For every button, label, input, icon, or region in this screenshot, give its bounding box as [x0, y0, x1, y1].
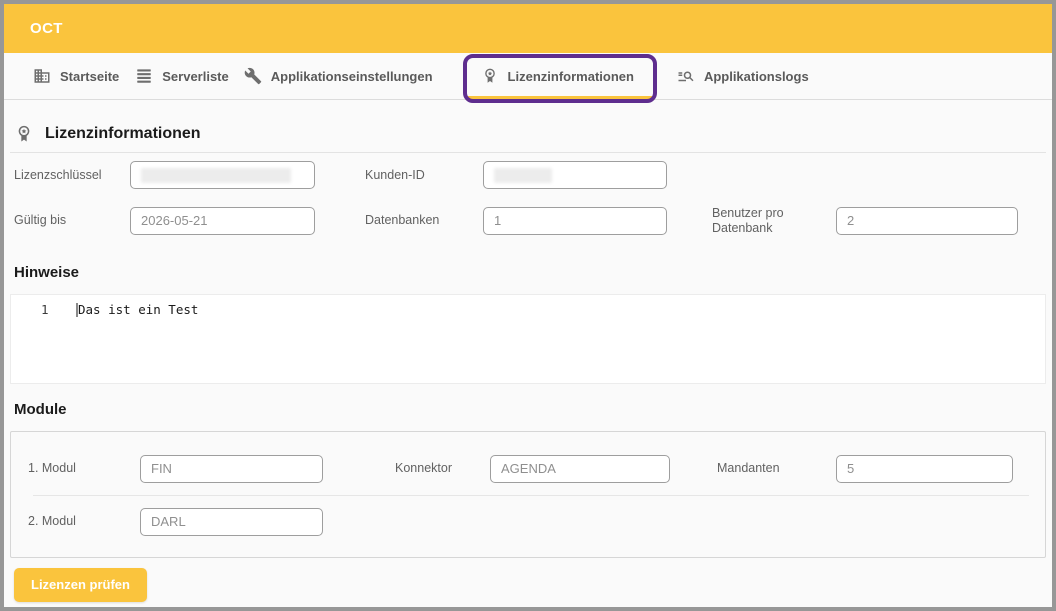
module-row-divider [33, 495, 1029, 496]
line-number: 1 [25, 302, 61, 318]
page-title: Lizenzinformationen [45, 125, 201, 143]
tab-label: Startseite [60, 69, 119, 84]
connector-label: Konnektor [395, 461, 490, 476]
users-per-database-label: Benutzer pro Datenbank [712, 206, 836, 236]
module2-label: 2. Modul [28, 514, 140, 529]
tab-label: Lizenzinformationen [508, 69, 634, 84]
award-badge-icon [481, 67, 499, 85]
tab-lizenzinformationen[interactable]: Lizenzinformationen [481, 53, 634, 99]
module1-label: 1. Modul [28, 461, 140, 476]
check-licenses-button[interactable]: Lizenzen prüfen [14, 568, 147, 602]
license-section-header: Lizenzinformationen [10, 121, 1046, 147]
databases-field[interactable] [483, 207, 667, 235]
redacted-value [141, 168, 291, 183]
editor-line: 1 Das ist ein Test [25, 302, 1045, 318]
notes-section-title: Hinweise [10, 264, 1046, 281]
tab-startseite[interactable]: Startseite [33, 53, 119, 99]
award-badge-icon [14, 124, 34, 144]
valid-until-label: Gültig bis [14, 213, 130, 228]
wrench-icon [244, 67, 262, 85]
module1-field[interactable] [140, 455, 323, 483]
valid-until-field[interactable] [130, 207, 315, 235]
main-nav: Startseite Serverliste Applikationseinst… [4, 53, 1052, 100]
license-key-label: Lizenzschlüssel [14, 168, 130, 183]
text-cursor [76, 303, 78, 317]
line-text: Das ist ein Test [61, 302, 198, 318]
modules-section-title: Module [10, 401, 1046, 418]
module-row-2: 2. Modul [28, 508, 1029, 536]
tab-label: Applikationseinstellungen [271, 69, 433, 84]
tab-serverliste[interactable]: Serverliste [135, 53, 229, 99]
notes-code-editor[interactable]: 1 Das ist ein Test [10, 294, 1046, 384]
connector-field[interactable] [490, 455, 670, 483]
tenants-label: Mandanten [717, 461, 836, 476]
tab-label: Applikationslogs [704, 69, 809, 84]
building-icon [33, 67, 51, 85]
users-per-database-field[interactable] [836, 207, 1018, 235]
active-tab-underline [468, 96, 652, 99]
module-row-1: 1. Modul Konnektor Mandanten [28, 455, 1029, 483]
customer-id-label: Kunden-ID [365, 168, 483, 183]
tab-label: Serverliste [162, 69, 229, 84]
section-divider [10, 152, 1046, 153]
tab-applikationseinstellungen[interactable]: Applikationseinstellungen [244, 53, 433, 99]
module2-field[interactable] [140, 508, 323, 536]
tenants-field[interactable] [836, 455, 1013, 483]
page-content: Lizenzinformationen Lizenzschlüssel Kund… [4, 121, 1052, 602]
server-list-icon [135, 67, 153, 85]
license-key-field[interactable] [130, 161, 315, 189]
license-form: Lizenzschlüssel Kunden-ID Gültig bis Dat… [10, 161, 1046, 236]
log-search-icon [677, 67, 695, 85]
customer-id-field[interactable] [483, 161, 667, 189]
tab-applikationslogs[interactable]: Applikationslogs [677, 53, 809, 99]
app-header: OCT [4, 4, 1052, 53]
modules-box: 1. Modul Konnektor Mandanten 2. Modul [10, 431, 1046, 558]
redacted-value [494, 168, 552, 183]
app-title: OCT [30, 20, 63, 37]
databases-label: Datenbanken [365, 213, 483, 228]
